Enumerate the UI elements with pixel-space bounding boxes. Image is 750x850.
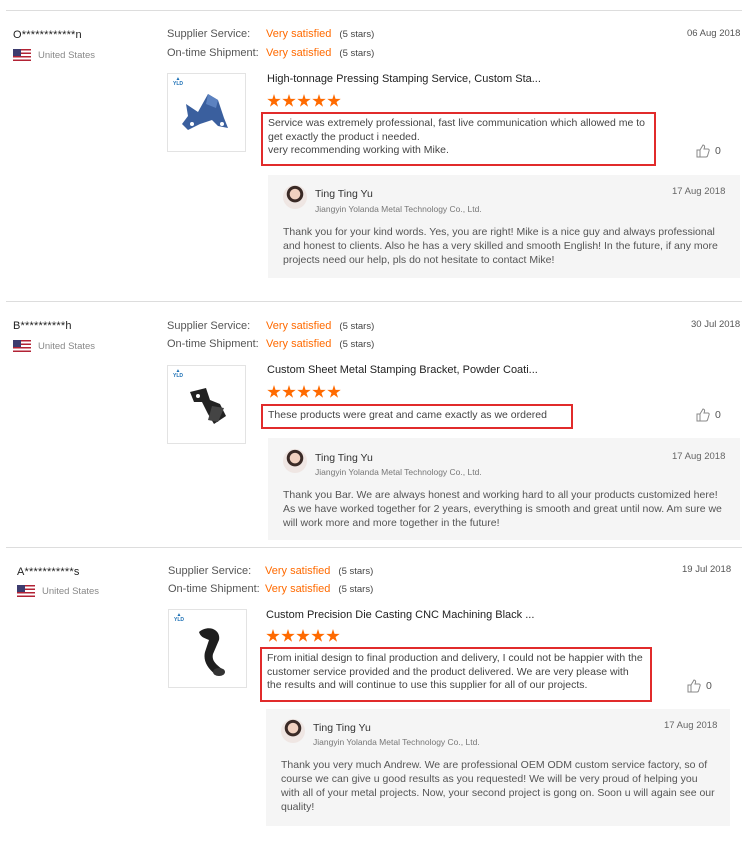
reviewer-name: A***********s — [17, 566, 80, 578]
star-icon — [296, 629, 310, 642]
supplier-service-stars: (5 stars) — [339, 320, 375, 332]
us-flag-icon — [13, 49, 31, 61]
supplier-service-value: Very satisfied — [266, 28, 332, 40]
product-thumbnail[interactable]: ▲ YLD — [168, 609, 247, 688]
like-count: 0 — [715, 145, 721, 157]
reply-text: Thank you Bar. We are always honest and … — [283, 489, 722, 529]
country-label: United States — [42, 585, 100, 597]
avatar — [283, 449, 307, 473]
supplier-reply: Ting Ting Yu Jiangyin Yolanda Metal Tech… — [266, 709, 730, 826]
star-icon — [282, 385, 296, 398]
country-label: United States — [38, 49, 96, 61]
star-icon — [312, 94, 326, 107]
like-count: 0 — [715, 409, 721, 421]
reviewer-country: United States — [17, 585, 99, 597]
ontime-shipment-value: Very satisfied — [266, 47, 332, 59]
review-item: A***********s United States Supplier Ser… — [0, 537, 750, 850]
like-count: 0 — [706, 680, 712, 692]
product-rating — [266, 629, 340, 643]
review-comment: These products were great and came exact… — [261, 404, 573, 429]
ontime-shipment-label: On-time Shipment: — [168, 583, 260, 595]
product-title[interactable]: High-tonnage Pressing Stamping Service, … — [267, 73, 541, 85]
product-title[interactable]: Custom Precision Die Casting CNC Machini… — [266, 609, 534, 621]
reply-text: Thank you for your kind words. Yes, you … — [283, 226, 718, 266]
ontime-shipment-rating: On-time Shipment: Very satisfied (5 star… — [167, 47, 374, 59]
supplier-service-stars: (5 stars) — [339, 28, 375, 40]
reply-date: 17 Aug 2018 — [664, 720, 718, 731]
reply-author-name: Ting Ting Yu — [315, 452, 373, 464]
supplier-service-stars: (5 stars) — [338, 565, 374, 577]
supplier-service-label: Supplier Service: — [168, 565, 252, 577]
product-rating — [267, 385, 341, 399]
star-icon — [297, 94, 311, 107]
thumbs-up-icon — [696, 408, 710, 422]
supplier-service-label: Supplier Service: — [167, 28, 251, 40]
review-date: 30 Jul 2018 — [691, 319, 741, 330]
company-logo: ▲ YLD — [173, 76, 183, 87]
supplier-service-rating: Supplier Service: Very satisfied (5 star… — [167, 320, 374, 332]
reviewer-country: United States — [13, 49, 95, 61]
reviewer-name: O************n — [13, 29, 82, 41]
product-rating — [267, 94, 341, 108]
star-icon — [267, 385, 281, 398]
reply-company: Jiangyin Yolanda Metal Technology Co., L… — [315, 204, 482, 214]
star-icon — [312, 385, 326, 398]
star-icon — [327, 94, 341, 107]
supplier-reply: Ting Ting Yu Jiangyin Yolanda Metal Tech… — [268, 438, 740, 540]
review-date: 19 Jul 2018 — [682, 564, 732, 575]
review-item: B**********h United States Supplier Serv… — [0, 291, 750, 540]
company-logo: ▲ YLD — [174, 612, 184, 623]
reply-author-name: Ting Ting Yu — [315, 188, 373, 200]
review-comment: From initial design to final production … — [260, 647, 652, 702]
reply-date: 17 Aug 2018 — [672, 186, 726, 197]
ontime-shipment-stars: (5 stars) — [339, 47, 375, 59]
like-button[interactable]: 0 — [696, 144, 721, 158]
ontime-shipment-rating: On-time Shipment: Very satisfied (5 star… — [168, 583, 373, 595]
avatar — [283, 185, 307, 209]
star-icon — [326, 629, 340, 642]
reply-text: Thank you very much Andrew. We are profe… — [281, 759, 715, 813]
product-thumbnail[interactable]: ▲ YLD — [167, 73, 246, 152]
company-logo: ▲ YLD — [173, 368, 183, 379]
star-icon — [282, 94, 296, 107]
review-date: 06 Aug 2018 — [687, 28, 741, 39]
review-item: O************n United States Supplier Se… — [0, 0, 750, 300]
star-icon — [281, 629, 295, 642]
star-icon — [311, 629, 325, 642]
star-icon — [266, 629, 280, 642]
us-flag-icon — [13, 340, 31, 352]
avatar — [281, 719, 305, 743]
reviewer-name: B**********h — [13, 320, 72, 332]
ontime-shipment-stars: (5 stars) — [339, 338, 375, 350]
country-label: United States — [38, 340, 96, 352]
ontime-shipment-label: On-time Shipment: — [167, 338, 259, 350]
review-comment: Service was extremely professional, fast… — [261, 112, 656, 166]
product-title[interactable]: Custom Sheet Metal Stamping Bracket, Pow… — [267, 364, 538, 376]
supplier-reply: Ting Ting Yu Jiangyin Yolanda Metal Tech… — [268, 175, 740, 278]
star-icon — [267, 94, 281, 107]
thumbs-up-icon — [696, 144, 710, 158]
like-button[interactable]: 0 — [687, 679, 712, 693]
reply-date: 17 Aug 2018 — [672, 451, 726, 462]
supplier-service-rating: Supplier Service: Very satisfied (5 star… — [167, 28, 374, 40]
ontime-shipment-stars: (5 stars) — [338, 583, 374, 595]
supplier-service-value: Very satisfied — [265, 565, 331, 577]
reply-author-name: Ting Ting Yu — [313, 722, 371, 734]
product-thumbnail[interactable]: ▲ YLD — [167, 365, 246, 444]
supplier-service-rating: Supplier Service: Very satisfied (5 star… — [168, 565, 373, 577]
us-flag-icon — [17, 585, 35, 597]
reply-company: Jiangyin Yolanda Metal Technology Co., L… — [315, 467, 482, 477]
star-icon — [327, 385, 341, 398]
ontime-shipment-value: Very satisfied — [265, 583, 331, 595]
star-icon — [297, 385, 311, 398]
supplier-service-label: Supplier Service: — [167, 320, 251, 332]
ontime-shipment-value: Very satisfied — [266, 338, 332, 350]
reviewer-country: United States — [13, 340, 95, 352]
ontime-shipment-label: On-time Shipment: — [167, 47, 259, 59]
ontime-shipment-rating: On-time Shipment: Very satisfied (5 star… — [167, 338, 374, 350]
thumbs-up-icon — [687, 679, 701, 693]
reply-company: Jiangyin Yolanda Metal Technology Co., L… — [313, 737, 480, 747]
supplier-service-value: Very satisfied — [266, 320, 332, 332]
like-button[interactable]: 0 — [696, 408, 721, 422]
